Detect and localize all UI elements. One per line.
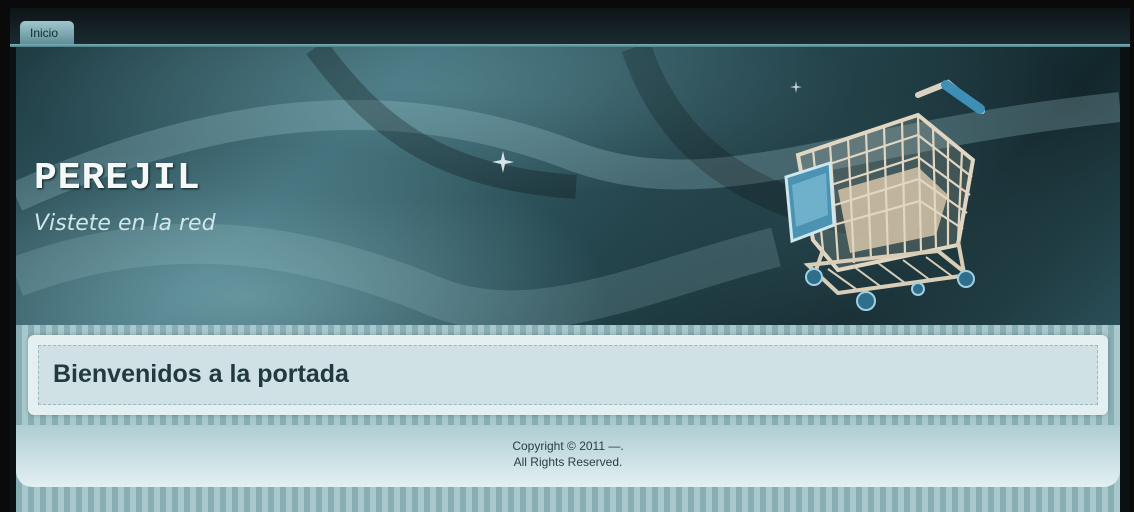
header-banner: PEREJIL Vistete en la red xyxy=(16,47,1120,325)
footer-copyright: Copyright © 2011 —. xyxy=(512,439,624,453)
sparkle-icon xyxy=(492,151,514,173)
site-title: PEREJIL xyxy=(34,157,201,200)
tab-inicio[interactable]: Inicio xyxy=(20,21,75,44)
tab-inicio-label: Inicio xyxy=(30,26,59,40)
page-frame: Inicio PEREJIL Vistete en la red Bienven… xyxy=(10,8,1130,512)
main-content-box: Bienvenidos a la portada xyxy=(28,335,1108,415)
top-nav-bar: Inicio xyxy=(10,8,1130,44)
footer: Copyright © 2011 —. All Rights Reserved. xyxy=(16,425,1120,487)
site-tagline: Vistete en la red xyxy=(34,211,216,236)
content-panel: Bienvenidos a la portada xyxy=(38,345,1098,405)
shopping-cart-icon xyxy=(784,79,985,311)
page-heading: Bienvenidos a la portada xyxy=(53,360,349,388)
footer-rights: All Rights Reserved. xyxy=(513,455,623,469)
